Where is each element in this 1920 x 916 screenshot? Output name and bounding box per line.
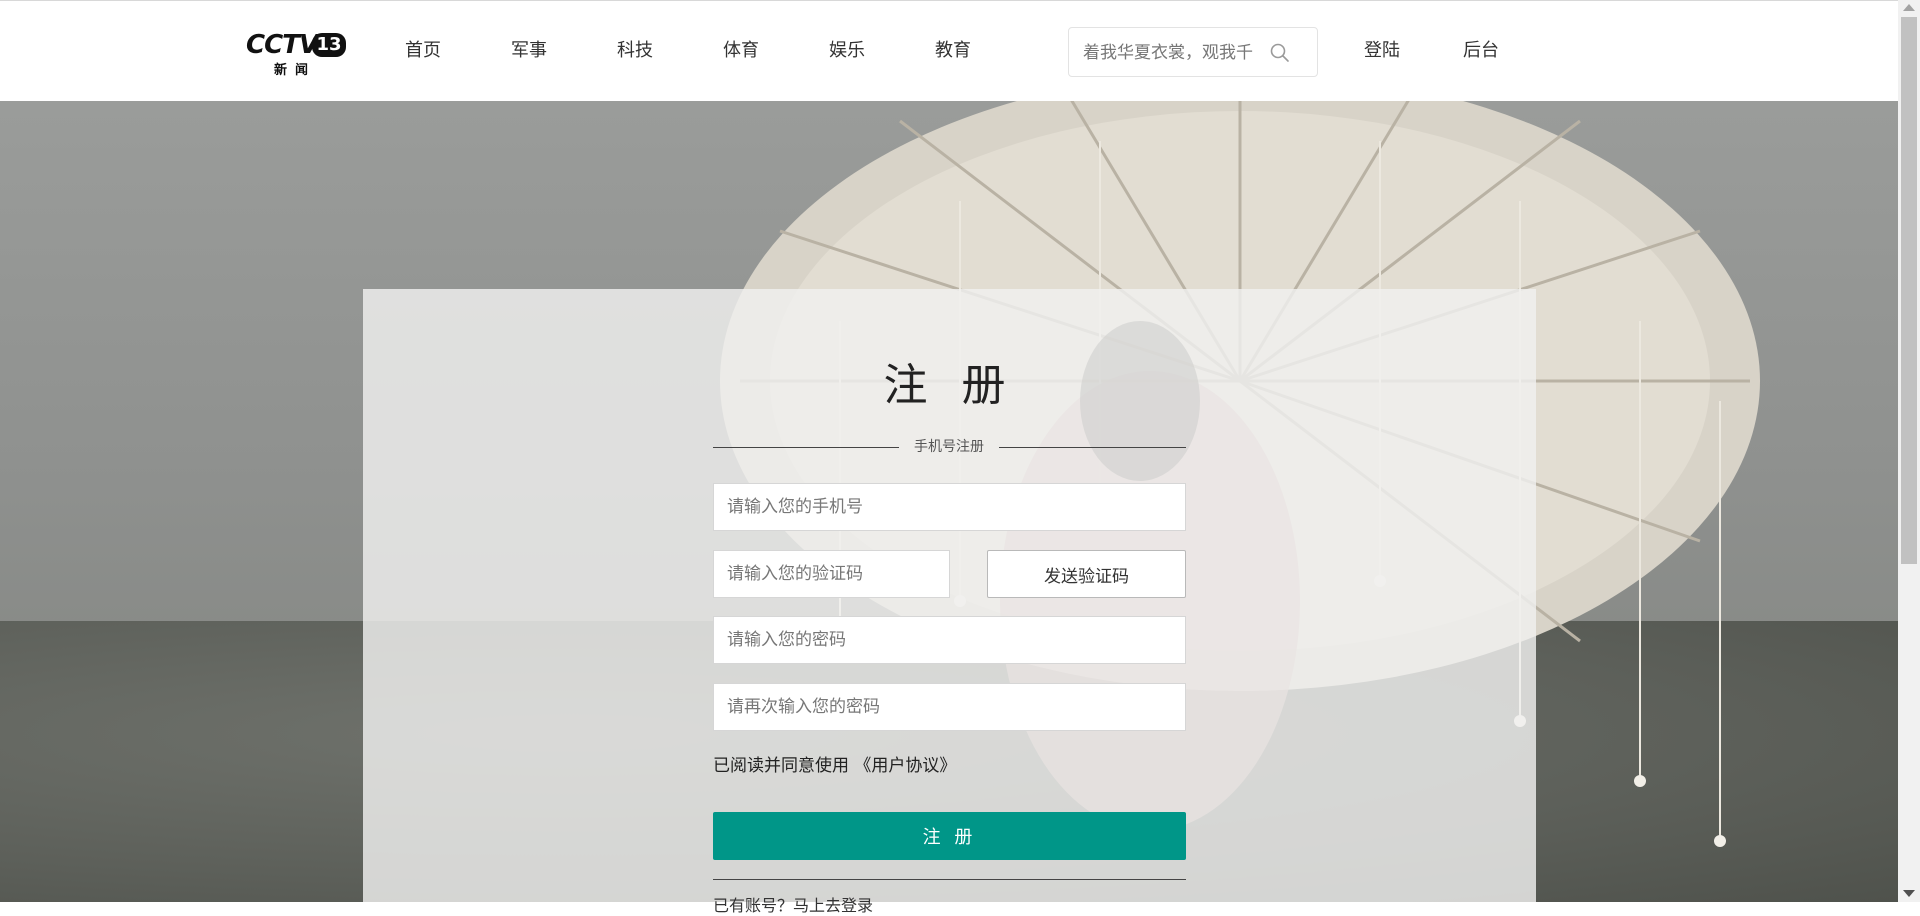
search-icon[interactable] xyxy=(1269,42,1291,64)
register-card: 注 册 手机号注册 发送验证码 已阅读并同意使用 《用户协议》 注 册 已有账号… xyxy=(363,289,1536,915)
confirm-password-input[interactable] xyxy=(713,683,1186,731)
go-login-link[interactable]: 已有账号？马上去登录 xyxy=(713,892,873,916)
agreement-text: 已阅读并同意使用 xyxy=(713,756,849,776)
nav-item-education[interactable]: 教育 xyxy=(900,1,1006,101)
scrollbar-thumb[interactable] xyxy=(1901,17,1917,564)
logo-channel-badge: 13 xyxy=(312,33,346,57)
user-agreement-link[interactable]: 《用户协议》 xyxy=(854,756,956,776)
nav-item-military[interactable]: 军事 xyxy=(476,1,582,101)
login-link[interactable]: 登陆 xyxy=(1364,1,1400,101)
divider-line-left xyxy=(713,447,899,448)
top-navbar: CCTV 13 新闻 首页 军事 科技 体育 娱乐 教育 登陆 后台 xyxy=(0,0,1898,102)
logo-subtitle: 新闻 xyxy=(274,63,317,78)
phone-input[interactable] xyxy=(713,483,1186,531)
section-divider: 手机号注册 xyxy=(713,437,1186,457)
nav-item-entertainment[interactable]: 娱乐 xyxy=(794,1,900,101)
register-submit-button[interactable]: 注 册 xyxy=(713,812,1186,860)
nav-item-sports[interactable]: 体育 xyxy=(688,1,794,101)
page-title: 注 册 xyxy=(883,360,1016,411)
scroll-down-arrow-icon[interactable] xyxy=(1903,890,1915,897)
verification-code-input[interactable] xyxy=(713,550,950,598)
page-scrollbar[interactable] xyxy=(1898,0,1920,902)
divider-line-right xyxy=(999,447,1186,448)
main-nav: 首页 军事 科技 体育 娱乐 教育 xyxy=(370,1,1006,101)
scroll-up-arrow-icon[interactable] xyxy=(1903,4,1915,11)
nav-item-home[interactable]: 首页 xyxy=(370,1,476,101)
send-code-button[interactable]: 发送验证码 xyxy=(987,550,1186,598)
admin-link[interactable]: 后台 xyxy=(1463,1,1499,101)
register-method-label: 手机号注册 xyxy=(914,439,984,455)
logo-wordmark: CCTV xyxy=(246,30,319,60)
agreement-row: 已阅读并同意使用 《用户协议》 xyxy=(713,751,956,776)
password-input[interactable] xyxy=(713,616,1186,664)
nav-item-tech[interactable]: 科技 xyxy=(582,1,688,101)
search-input[interactable] xyxy=(1081,28,1277,78)
cctv13-logo[interactable]: CCTV 13 新闻 xyxy=(246,30,346,78)
bottom-divider xyxy=(713,879,1186,880)
search-box xyxy=(1068,27,1318,78)
